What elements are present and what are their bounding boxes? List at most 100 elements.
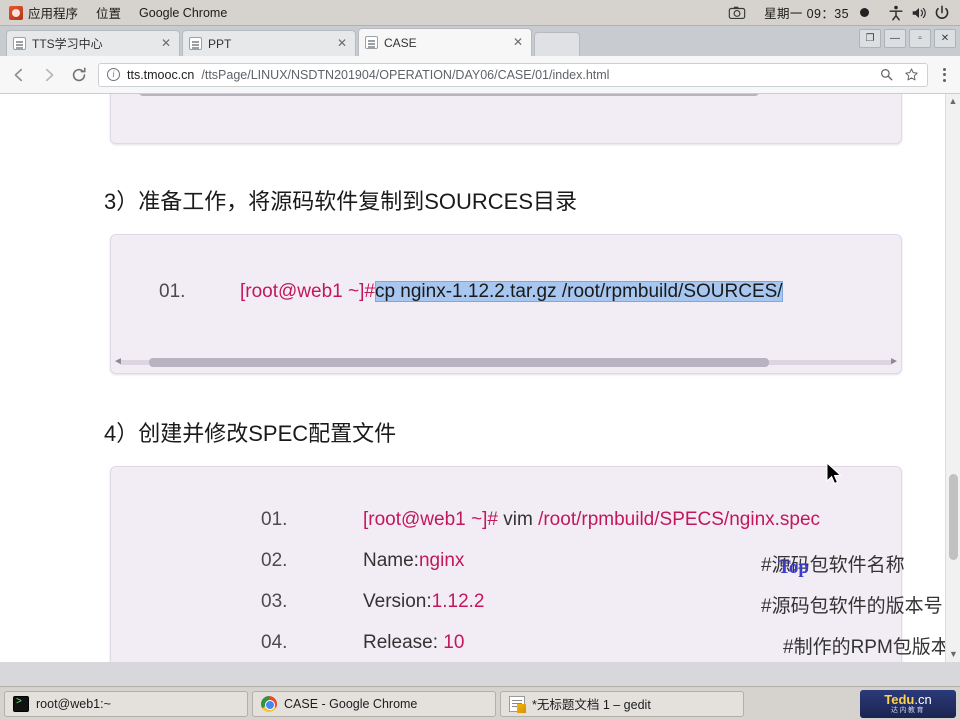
page-scrollbar[interactable]: ▲ ▼ bbox=[945, 94, 960, 662]
page-scrollbar-thumb[interactable] bbox=[949, 474, 958, 560]
tab-close-button[interactable]: ✕ bbox=[159, 36, 173, 51]
code-value: nginx bbox=[418, 550, 465, 571]
code-line-number: 04. bbox=[261, 632, 288, 653]
code-key: Release: bbox=[363, 632, 438, 653]
arrow-left-icon bbox=[14, 68, 23, 81]
code-argument: /root/rpmbuild/SPECS/nginx.spec bbox=[538, 509, 821, 530]
magnifier-icon[interactable] bbox=[879, 67, 894, 82]
code-hscrollbar[interactable]: ◄ ► bbox=[113, 356, 899, 368]
window-restore-button[interactable]: ❐ bbox=[859, 29, 881, 48]
scroll-right-arrow-icon[interactable]: ► bbox=[897, 94, 907, 97]
scroll-left-arrow-icon[interactable]: ◄ bbox=[105, 94, 115, 97]
taskbar-item-terminal[interactable]: root@web1:~ bbox=[4, 690, 248, 717]
code-command: vim bbox=[503, 509, 533, 530]
code-prompt: [root@web1 ~]# bbox=[239, 281, 375, 302]
omnibox-actions bbox=[879, 67, 919, 82]
tab-title: PPT bbox=[208, 36, 232, 51]
code-line: 02. bbox=[261, 550, 287, 572]
app-grid-icon bbox=[9, 5, 23, 20]
chrome-window: TTS学习中心 ✕ PPT ✕ CASE ✕ ❐ — ▫ ✕ i tts.tmo… bbox=[0, 26, 960, 686]
camera-icon bbox=[728, 6, 746, 19]
tab-title: TTS学习中心 bbox=[32, 37, 103, 51]
code-line-number: 03. bbox=[261, 591, 288, 612]
window-close-button[interactable]: ✕ bbox=[934, 29, 956, 48]
taskbar: root@web1:~ CASE - Google Chrome *无标题文档 … bbox=[0, 686, 960, 720]
url-path: /ttsPage/LINUX/NSDTN201904/OPERATION/DAY… bbox=[201, 67, 610, 82]
info-circle-icon[interactable]: i bbox=[107, 68, 120, 81]
accessibility-icon[interactable] bbox=[887, 4, 905, 22]
window-controls: ❐ — ▫ ✕ bbox=[859, 29, 956, 48]
forward-button[interactable] bbox=[38, 64, 60, 86]
back-to-top-link[interactable]: Top bbox=[778, 557, 809, 579]
tedu-brand-sub: 达内教育 bbox=[891, 706, 925, 714]
code-comment: #制作的RPM包版本号 bbox=[783, 637, 960, 658]
tab-close-button[interactable]: ✕ bbox=[335, 36, 349, 51]
taskbar-item-label: root@web1:~ bbox=[36, 696, 111, 711]
three-dots-icon bbox=[942, 67, 946, 71]
address-bar[interactable]: i tts.tmooc.cn/ttsPage/LINUX/NSDTN201904… bbox=[98, 62, 928, 87]
scroll-left-arrow-icon[interactable]: ◄ bbox=[113, 356, 123, 368]
page-viewport: ◄ ► 3）准备工作，将源码软件复制到SOURCES目录 01. [root@w… bbox=[0, 94, 960, 662]
chrome-icon bbox=[261, 695, 277, 712]
scrollbar-thumb[interactable] bbox=[149, 358, 769, 367]
gedit-icon bbox=[509, 695, 525, 712]
recording-dot-icon bbox=[860, 8, 869, 17]
tedu-brand-tld: .cn bbox=[914, 692, 932, 707]
places-menu[interactable]: 位置 bbox=[87, 0, 130, 26]
active-application-menu[interactable]: Google Chrome bbox=[130, 0, 236, 26]
reload-icon bbox=[72, 66, 86, 81]
new-tab-button[interactable] bbox=[534, 32, 580, 56]
active-application-label: Google Chrome bbox=[139, 5, 228, 20]
tab-case[interactable]: CASE ✕ bbox=[358, 28, 532, 56]
cursor-arrow-icon bbox=[826, 462, 842, 485]
code-block-1: 01. [root@web1 ~]#cp nginx-1.12.2.tar.gz… bbox=[110, 234, 902, 374]
page-content: ◄ ► 3）准备工作，将源码软件复制到SOURCES目录 01. [root@w… bbox=[0, 94, 960, 662]
scroll-down-arrow-icon[interactable]: ▼ bbox=[946, 647, 960, 662]
taskbar-item-chrome[interactable]: CASE - Google Chrome bbox=[252, 690, 496, 717]
tab-ppt[interactable]: PPT ✕ bbox=[182, 30, 356, 56]
page-favicon-icon bbox=[189, 37, 202, 50]
scrollbar-thumb[interactable] bbox=[139, 94, 759, 96]
taskbar-item-label: *无标题文档 1 – gedit bbox=[532, 698, 651, 712]
places-menu-label: 位置 bbox=[96, 7, 122, 21]
window-maximize-button[interactable]: ▫ bbox=[909, 29, 931, 48]
page-heading-step3: 3）准备工作，将源码软件复制到SOURCES目录 bbox=[104, 189, 578, 214]
code-selected-text[interactable]: cp nginx-1.12.2.tar.gz /root/rpmbuild/SO… bbox=[374, 281, 783, 302]
screenshot-indicator[interactable] bbox=[719, 0, 755, 26]
power-icon[interactable] bbox=[933, 4, 951, 22]
code-comment: #源码包软件的版本号 bbox=[761, 596, 943, 617]
url-host: tts.tmooc.cn bbox=[127, 67, 195, 82]
volume-icon[interactable] bbox=[910, 4, 928, 22]
taskbar-item-gedit[interactable]: *无标题文档 1 – gedit bbox=[500, 690, 744, 717]
code-value: 10 bbox=[443, 632, 465, 653]
code-line: 03. bbox=[261, 591, 287, 613]
window-minimize-button[interactable]: — bbox=[884, 29, 906, 48]
tab-close-button[interactable]: ✕ bbox=[511, 35, 525, 50]
code-block-previous: ◄ ► bbox=[105, 94, 907, 144]
tab-strip: TTS学习中心 ✕ PPT ✕ CASE ✕ ❐ — ▫ ✕ bbox=[0, 26, 960, 56]
code-line: 04. bbox=[261, 632, 287, 654]
tedu-brand-badge: Tedu.cn 达内教育 bbox=[860, 689, 956, 718]
page-heading-step4: 4）创建并修改SPEC配置文件 bbox=[104, 421, 397, 446]
applications-menu-label: 应用程序 bbox=[28, 7, 79, 21]
code-key: Name: bbox=[363, 550, 419, 571]
system-top-panel: 应用程序 位置 Google Chrome 星期一 09：35 bbox=[0, 0, 960, 26]
code-line-content: Name:nginx bbox=[363, 550, 464, 572]
arrow-right-icon bbox=[45, 68, 54, 81]
taskbar-item-label: CASE - Google Chrome bbox=[284, 696, 418, 711]
scroll-right-arrow-icon[interactable]: ► bbox=[889, 356, 899, 368]
star-icon[interactable] bbox=[904, 67, 919, 82]
back-button[interactable] bbox=[8, 64, 30, 86]
reload-button[interactable] bbox=[68, 64, 90, 86]
page-favicon-icon bbox=[365, 36, 378, 49]
code-line-content: Version:1.12.2 bbox=[363, 591, 484, 613]
code-key: Version: bbox=[363, 591, 432, 612]
clock-indicator[interactable]: 星期一 09：35 bbox=[755, 0, 878, 26]
tab-tts-learning-center[interactable]: TTS学习中心 ✕ bbox=[6, 30, 180, 56]
scroll-up-arrow-icon[interactable]: ▲ bbox=[946, 94, 960, 109]
system-tray bbox=[878, 0, 960, 26]
terminal-icon bbox=[13, 695, 29, 712]
code-line-number: 01. bbox=[261, 509, 288, 530]
applications-menu[interactable]: 应用程序 bbox=[0, 0, 87, 26]
browser-menu-button[interactable] bbox=[936, 67, 952, 82]
